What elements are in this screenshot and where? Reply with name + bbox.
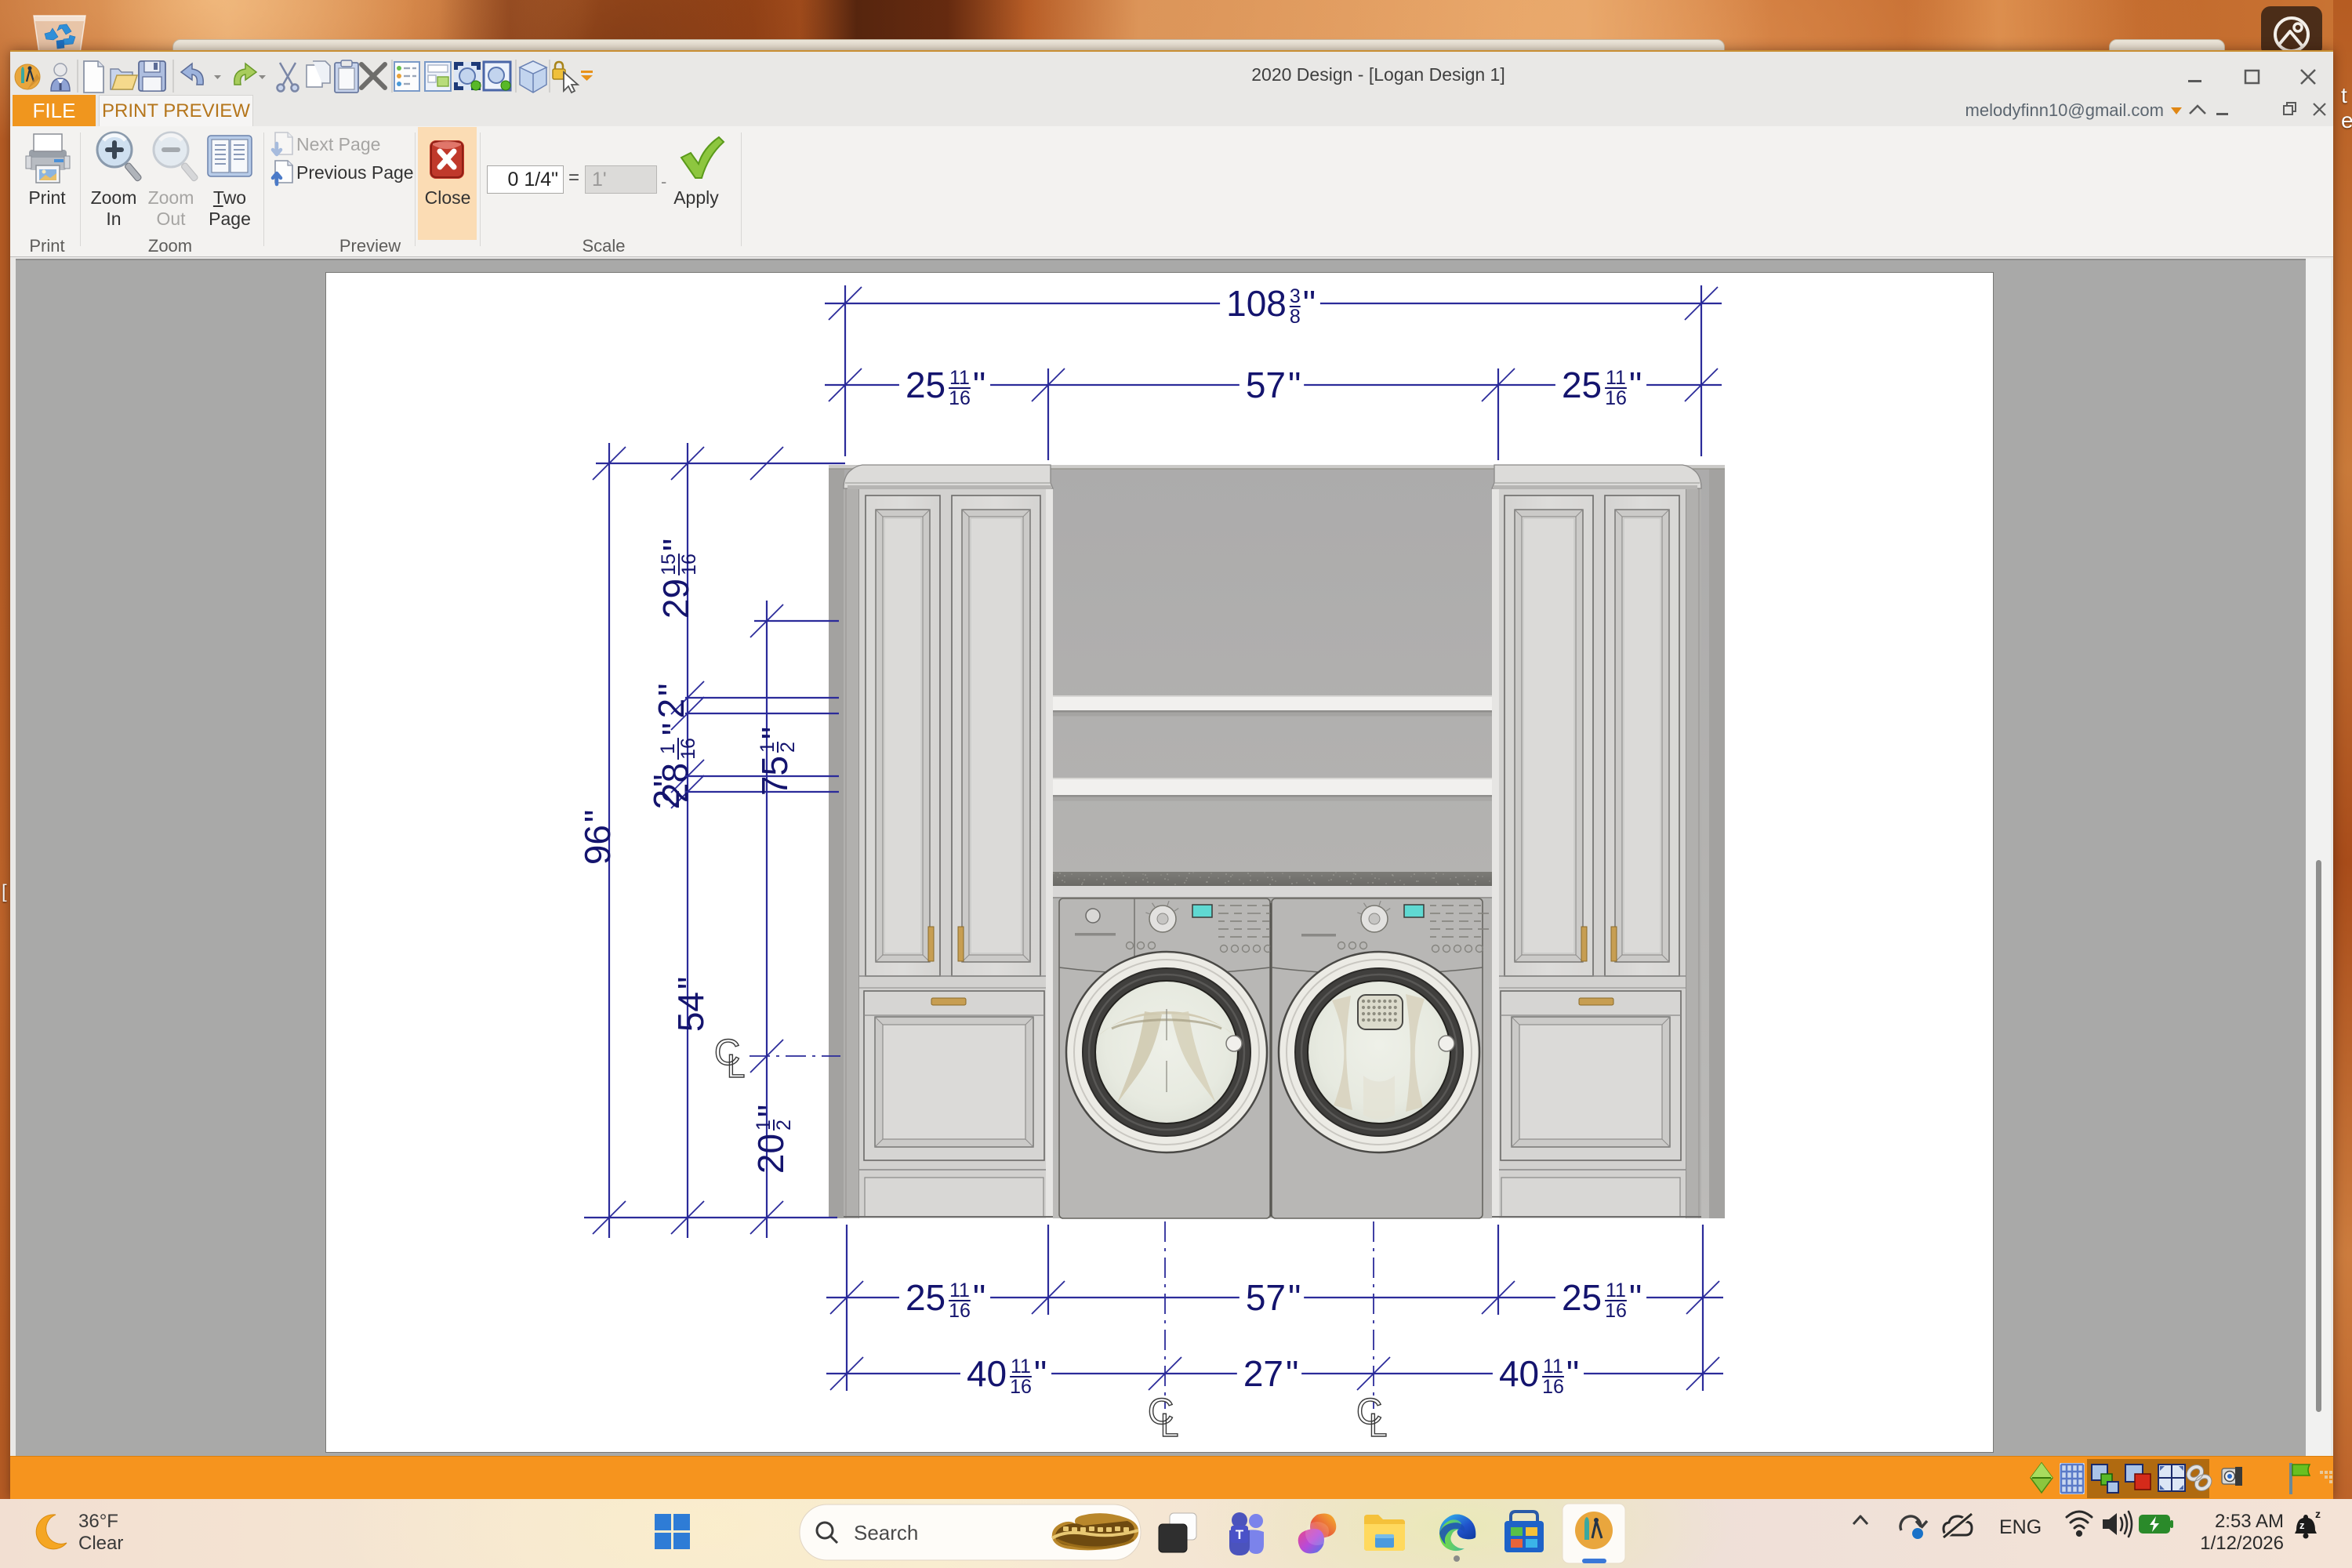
- svg-text:25: 25: [906, 365, 946, 405]
- svg-text:40: 40: [967, 1353, 1007, 1394]
- svg-text:": ": [1288, 1277, 1301, 1318]
- svg-text:25: 25: [1562, 365, 1602, 405]
- svg-text:3: 3: [1290, 285, 1301, 307]
- svg-text:": ": [1303, 283, 1316, 324]
- svg-text:11: 11: [1606, 367, 1626, 389]
- svg-text:": ": [973, 365, 985, 405]
- svg-text:75: 75: [754, 756, 795, 796]
- svg-text:29: 29: [655, 579, 696, 619]
- svg-text:ENG: ENG: [1999, 1516, 2042, 1538]
- svg-text:11: 11: [949, 1279, 970, 1301]
- svg-text:": ": [1629, 1277, 1642, 1318]
- svg-text:Search: Search: [854, 1521, 918, 1544]
- svg-text:1: 1: [753, 1120, 775, 1131]
- svg-text:": ": [750, 1105, 791, 1117]
- svg-text:": ": [651, 683, 691, 695]
- svg-text:Clear: Clear: [78, 1533, 123, 1554]
- svg-text:z: z: [2315, 1508, 2321, 1520]
- svg-text:8: 8: [1290, 306, 1301, 328]
- svg-text:": ": [670, 977, 711, 989]
- svg-text:16: 16: [1010, 1376, 1032, 1398]
- svg-text:16: 16: [949, 387, 971, 409]
- svg-text:96: 96: [577, 825, 618, 865]
- svg-text:z: z: [2299, 1519, 2305, 1531]
- svg-text:2: 2: [646, 789, 687, 810]
- svg-text:16: 16: [949, 1300, 971, 1322]
- svg-text:16: 16: [1542, 1376, 1564, 1398]
- svg-text:1: 1: [757, 742, 779, 753]
- svg-text:": ": [577, 810, 618, 822]
- svg-text:11: 11: [1543, 1356, 1563, 1377]
- svg-text:57: 57: [1246, 365, 1286, 405]
- svg-text:20: 20: [750, 1134, 791, 1174]
- svg-text:40: 40: [1499, 1353, 1539, 1394]
- svg-text:": ": [655, 539, 696, 551]
- svg-text:2:53 AM: 2:53 AM: [2215, 1511, 2284, 1532]
- svg-text:L: L: [1369, 1406, 1387, 1443]
- svg-text:1/12/2026: 1/12/2026: [2200, 1533, 2284, 1554]
- svg-text:L: L: [1160, 1406, 1178, 1443]
- svg-text:": ": [1629, 365, 1642, 405]
- svg-text:2: 2: [773, 1120, 795, 1131]
- svg-text:": ": [754, 727, 795, 739]
- svg-text:2: 2: [651, 699, 691, 719]
- svg-text:16: 16: [1605, 1300, 1627, 1322]
- svg-text:1: 1: [657, 743, 679, 754]
- svg-text:T: T: [1236, 1527, 1244, 1542]
- svg-text:54: 54: [670, 992, 711, 1032]
- svg-text:": ": [1288, 365, 1301, 405]
- svg-text:": ": [973, 1277, 985, 1318]
- svg-text:11: 11: [949, 367, 970, 389]
- svg-text:27: 27: [1243, 1353, 1283, 1394]
- svg-text:16: 16: [677, 738, 699, 760]
- svg-text:16: 16: [1605, 387, 1627, 409]
- svg-text:15: 15: [658, 554, 680, 575]
- svg-text:": ": [1034, 1353, 1047, 1394]
- svg-text:16: 16: [678, 554, 700, 575]
- svg-text:": ": [646, 774, 687, 786]
- svg-text:": ": [1286, 1353, 1298, 1394]
- svg-text:11: 11: [1011, 1356, 1031, 1377]
- svg-text:25: 25: [906, 1277, 946, 1318]
- svg-text:57: 57: [1246, 1277, 1286, 1318]
- svg-text:": ": [1566, 1353, 1579, 1394]
- svg-text:11: 11: [1606, 1279, 1626, 1301]
- svg-text:2: 2: [777, 742, 799, 753]
- svg-text:36°F: 36°F: [78, 1511, 118, 1532]
- svg-text:": ": [655, 723, 695, 735]
- svg-text:108: 108: [1226, 283, 1287, 324]
- svg-text:L: L: [727, 1047, 745, 1084]
- svg-text:25: 25: [1562, 1277, 1602, 1318]
